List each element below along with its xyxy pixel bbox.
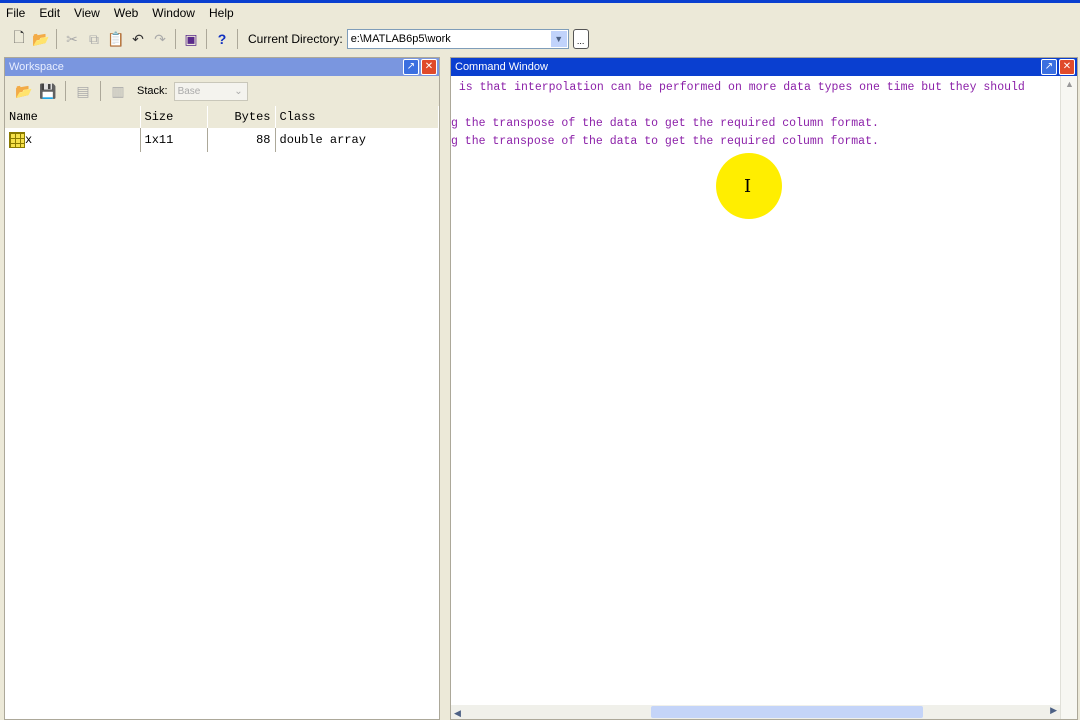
cell-name: x bbox=[5, 128, 141, 152]
output-line: g the transpose of the data to get the r… bbox=[451, 135, 879, 148]
undock-icon[interactable]: ↗ bbox=[1041, 59, 1057, 75]
horizontal-scrollbar[interactable]: ◀ ▶ bbox=[451, 705, 1060, 719]
workspace-title: Workspace bbox=[9, 61, 64, 73]
save-icon[interactable]: 💾 bbox=[37, 80, 59, 102]
workspace-title-bar: Workspace ↗ ✕ bbox=[5, 58, 439, 76]
chevron-down-icon: ⌄ bbox=[234, 85, 243, 97]
menu-help[interactable]: Help bbox=[209, 6, 242, 20]
copy-icon[interactable]: ⧉ bbox=[83, 28, 105, 50]
separator bbox=[56, 29, 57, 49]
toolbar: 🗋 📂 ✂ ⧉ 📋 ↶ ↷ ▣ ? Current Directory: e:\… bbox=[0, 26, 1080, 52]
chevron-down-icon[interactable]: ▼ bbox=[550, 31, 567, 47]
command-window-title-bar: Command Window ↗ ✕ bbox=[451, 58, 1077, 76]
column-size[interactable]: Size bbox=[140, 106, 208, 128]
stack-label: Stack: bbox=[137, 85, 168, 97]
table-row[interactable]: x 1x11 88 double array bbox=[5, 128, 439, 152]
workspace-table: Name Size Bytes Class x 1x11 88 double a… bbox=[5, 106, 439, 152]
browse-button[interactable]: ... bbox=[572, 29, 589, 49]
menu-web[interactable]: Web bbox=[114, 6, 146, 20]
output-line: is that interpolation can be performed o… bbox=[452, 81, 1025, 94]
column-bytes[interactable]: Bytes bbox=[207, 106, 276, 128]
separator bbox=[100, 81, 101, 101]
matrix-icon bbox=[9, 132, 25, 148]
column-class[interactable]: Class bbox=[275, 106, 439, 128]
help-icon[interactable]: ? bbox=[211, 28, 233, 50]
open-selection-icon[interactable]: ▤ bbox=[72, 80, 94, 102]
menu-bar: File Edit View Web Window Help bbox=[0, 3, 1080, 23]
command-window-title: Command Window bbox=[455, 61, 548, 73]
cell-bytes: 88 bbox=[207, 128, 276, 152]
simulink-icon[interactable]: ▣ bbox=[180, 28, 202, 50]
stack-select[interactable]: Base ⌄ bbox=[173, 81, 248, 101]
scroll-left-icon[interactable]: ◀ bbox=[451, 708, 461, 718]
cut-icon[interactable]: ✂ bbox=[61, 28, 83, 50]
text-cursor-icon: I bbox=[744, 176, 752, 197]
cell-class: double array bbox=[279, 133, 366, 147]
separator bbox=[175, 29, 176, 49]
separator bbox=[65, 81, 66, 101]
vertical-scrollbar[interactable]: ▲ bbox=[1060, 76, 1077, 719]
close-icon[interactable]: ✕ bbox=[1059, 59, 1075, 75]
redo-icon[interactable]: ↷ bbox=[149, 28, 171, 50]
undock-icon[interactable]: ↗ bbox=[403, 59, 419, 75]
stack-value: Base bbox=[177, 85, 201, 97]
undo-icon[interactable]: ↶ bbox=[127, 28, 149, 50]
scroll-up-icon[interactable]: ▲ bbox=[1061, 79, 1074, 89]
cell-size: 1x11 bbox=[140, 128, 208, 152]
scroll-thumb[interactable] bbox=[651, 706, 923, 718]
separator bbox=[206, 29, 207, 49]
open-folder-icon[interactable]: 📂 bbox=[30, 28, 52, 50]
close-icon[interactable]: ✕ bbox=[421, 59, 437, 75]
menu-file[interactable]: File bbox=[6, 6, 33, 20]
menu-view[interactable]: View bbox=[74, 6, 108, 20]
new-file-icon[interactable]: 🗋 bbox=[8, 28, 30, 50]
table-header: Name Size Bytes Class bbox=[5, 106, 439, 128]
delete-icon[interactable]: ▥ bbox=[107, 80, 129, 102]
output-line: g the transpose of the data to get the r… bbox=[451, 117, 879, 130]
column-name[interactable]: Name bbox=[5, 106, 141, 128]
workspace-panel: Workspace ↗ ✕ 📂 💾 ▤ ▥ Stack: Base ⌄ Name S… bbox=[4, 57, 440, 720]
menu-window[interactable]: Window bbox=[152, 6, 203, 20]
current-directory-value: e:\MATLAB6p5\work bbox=[350, 33, 451, 45]
workspace-toolbar: 📂 💾 ▤ ▥ Stack: Base ⌄ bbox=[5, 76, 439, 106]
scroll-right-icon[interactable]: ▶ bbox=[1050, 705, 1057, 716]
current-directory-label: Current Directory: bbox=[248, 32, 343, 46]
separator bbox=[237, 29, 238, 49]
current-directory-input[interactable]: e:\MATLAB6p5\work ▼ bbox=[346, 29, 569, 49]
menu-edit[interactable]: Edit bbox=[39, 6, 68, 20]
import-data-icon[interactable]: 📂 bbox=[13, 80, 35, 102]
paste-icon[interactable]: 📋 bbox=[105, 28, 127, 50]
